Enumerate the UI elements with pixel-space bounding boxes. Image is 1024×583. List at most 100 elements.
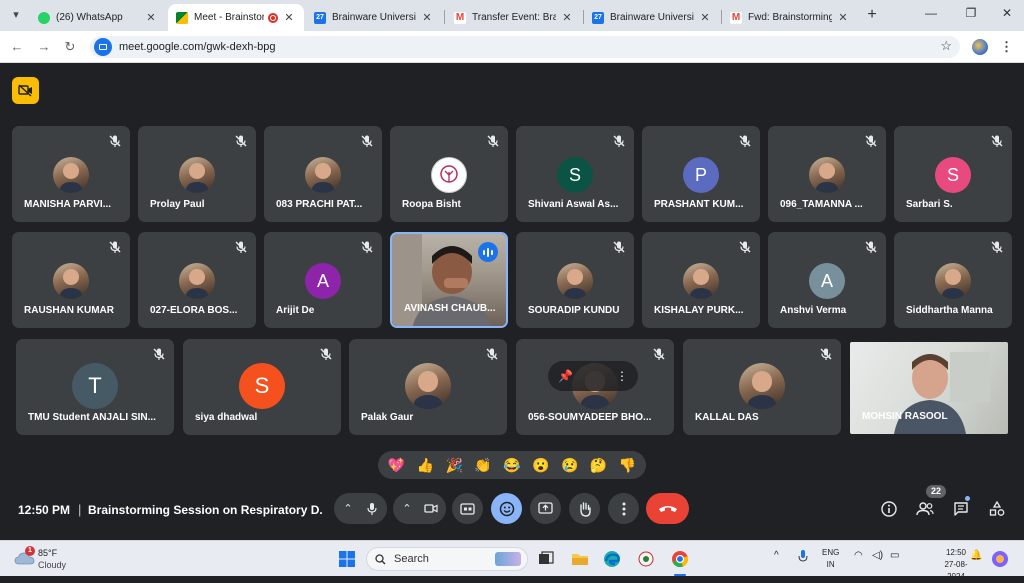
close-tab-icon[interactable]: ✕: [282, 11, 296, 24]
chat-button[interactable]: [952, 500, 970, 518]
participant-tile[interactable]: 027-ELORA BOS...: [138, 232, 256, 328]
tab-brainware-1[interactable]: 27 Brainware University ✕: [306, 4, 442, 31]
close-window-icon[interactable]: ✕: [998, 6, 1016, 20]
microphone-in-use-icon[interactable]: [797, 549, 809, 565]
mic-off-icon: [360, 240, 374, 254]
reload-icon[interactable]: ↻: [62, 39, 78, 55]
tab-search-dropdown[interactable]: ▾: [6, 5, 26, 25]
clock-date: 27-08-2024: [944, 560, 968, 581]
show-hidden-icons-chevron[interactable]: ^: [774, 550, 779, 561]
participant-tile[interactable]: SOURADIP KUNDU: [516, 232, 634, 328]
reaction-tears-of-joy[interactable]: 😂: [500, 457, 524, 474]
taskbar-search[interactable]: Search: [366, 547, 528, 571]
tab-whatsapp[interactable]: (26) WhatsApp ✕: [30, 4, 166, 31]
reaction-surprised[interactable]: 😮: [529, 457, 553, 474]
edge-browser-icon[interactable]: [602, 549, 622, 569]
profile-avatar[interactable]: [972, 39, 988, 55]
meeting-details-button[interactable]: [880, 500, 898, 518]
browser-menu-icon[interactable]: ⋮: [1000, 39, 1013, 55]
captions-button[interactable]: [452, 493, 483, 524]
forward-icon[interactable]: →: [36, 39, 52, 55]
present-screen-button[interactable]: [530, 493, 561, 524]
reaction-thumbs-down[interactable]: 👎: [615, 457, 639, 474]
reactions-button[interactable]: [491, 493, 522, 524]
camera-button[interactable]: [415, 493, 446, 524]
participant-tile[interactable]: S siya dhadwal: [183, 339, 341, 435]
reaction-sparkling-heart[interactable]: 💖: [384, 457, 408, 474]
more-options-icon[interactable]: ⋮: [616, 369, 628, 383]
close-tab-icon[interactable]: ✕: [144, 11, 158, 24]
hide-self-view-button[interactable]: [12, 77, 39, 104]
participant-name: RAUSHAN KUMAR: [24, 305, 114, 316]
raise-hand-button[interactable]: [569, 493, 600, 524]
participant-tile[interactable]: MANISHA PARVI...: [12, 126, 130, 222]
participant-tile-hovered[interactable]: 📌 ⋮ 056-SOUMYADEEP BHO...: [516, 339, 674, 435]
participant-name: AVINASH CHAUB...: [404, 303, 496, 314]
avatar: [53, 263, 89, 299]
weather-temperature[interactable]: 85°F: [38, 548, 57, 558]
site-info-icon[interactable]: [94, 38, 112, 56]
reaction-thumbs-up[interactable]: 👍: [413, 457, 437, 474]
activities-button[interactable]: [988, 500, 1006, 518]
reaction-thinking[interactable]: 🤔: [587, 457, 611, 474]
copilot-icon[interactable]: [990, 549, 1010, 569]
minimize-icon[interactable]: —: [922, 6, 940, 20]
participant-tile[interactable]: RAUSHAN KUMAR: [12, 232, 130, 328]
tab-fwd-brainstorming[interactable]: M Fwd: Brainstorming C ✕: [722, 4, 858, 31]
restore-icon[interactable]: ❐: [962, 6, 980, 20]
participant-tile[interactable]: Siddhartha Manna: [894, 232, 1012, 328]
participant-tile[interactable]: Roopa Bisht: [390, 126, 508, 222]
battery-icon[interactable]: ▭: [890, 550, 899, 561]
language-indicator[interactable]: ENG IN: [822, 547, 839, 571]
tab-transfer-event[interactable]: M Transfer Event: Brains ✕: [446, 4, 582, 31]
close-tab-icon[interactable]: ✕: [836, 11, 850, 24]
participant-tile[interactable]: A Anshvi Verma: [768, 232, 886, 328]
back-icon[interactable]: ←: [9, 39, 25, 55]
participant-tile[interactable]: S Sarbari S.: [894, 126, 1012, 222]
volume-icon[interactable]: ◁): [872, 550, 883, 561]
close-tab-icon[interactable]: ✕: [560, 11, 574, 24]
task-view-icon[interactable]: [536, 549, 556, 569]
reaction-crying[interactable]: 😢: [558, 457, 582, 474]
chrome-browser-icon[interactable]: [670, 549, 690, 569]
participant-tile[interactable]: 096_TAMANNA ...: [768, 126, 886, 222]
new-tab-button[interactable]: +: [863, 6, 881, 24]
microphone-button[interactable]: [356, 493, 387, 524]
avatar: P: [683, 157, 719, 193]
pin-icon[interactable]: 📌: [558, 369, 573, 383]
meet-icon: [176, 11, 188, 24]
avatar: [739, 363, 785, 409]
participant-tile[interactable]: P PRASHANT KUM...: [642, 126, 760, 222]
participant-tile[interactable]: KISHALAY PURK...: [642, 232, 760, 328]
reaction-party-popper[interactable]: 🎉: [442, 457, 466, 474]
file-explorer-icon[interactable]: [570, 549, 590, 569]
url-text: meet.google.com/gwk-dexh-bpg: [119, 41, 276, 53]
address-bar[interactable]: meet.google.com/gwk-dexh-bpg ☆: [90, 36, 960, 58]
more-options-button[interactable]: [608, 493, 639, 524]
participant-tile-speaking[interactable]: AVINASH CHAUB...: [390, 232, 508, 328]
meeting-title[interactable]: Brainstorming Session on Respiratory D..…: [88, 503, 323, 517]
close-tab-icon[interactable]: ✕: [698, 11, 712, 24]
activities-shapes-icon: [989, 501, 1005, 516]
participant-tile[interactable]: A Arijit De: [264, 232, 382, 328]
leave-call-button[interactable]: [646, 493, 689, 524]
participant-tile[interactable]: Palak Gaur: [349, 339, 507, 435]
participant-tile[interactable]: S Shivani Aswal As...: [516, 126, 634, 222]
reaction-clapping[interactable]: 👏: [471, 457, 495, 474]
extension-app-icon[interactable]: [636, 549, 656, 569]
participant-tile[interactable]: T TMU Student ANJALI SIN...: [16, 339, 174, 435]
participant-tile-video[interactable]: MOHSIN RASOOL: [850, 342, 1008, 434]
participant-tile[interactable]: Prolay Paul: [138, 126, 256, 222]
tab-brainware-2[interactable]: 27 Brainware University ✕: [584, 4, 720, 31]
windows-start-icon[interactable]: [337, 549, 357, 569]
weather-condition[interactable]: Cloudy: [38, 560, 66, 570]
tab-meet[interactable]: Meet - Brainstorm ✕: [168, 4, 304, 31]
people-button[interactable]: [916, 500, 934, 518]
wifi-icon[interactable]: ◠: [854, 550, 863, 561]
close-tab-icon[interactable]: ✕: [420, 11, 434, 24]
notifications-bell-icon[interactable]: 🔔: [970, 550, 982, 561]
bookmark-star-icon[interactable]: ☆: [940, 38, 952, 54]
mic-off-icon: [612, 134, 626, 148]
participant-tile[interactable]: KALLAL DAS: [683, 339, 841, 435]
participant-tile[interactable]: 083 PRACHI PAT...: [264, 126, 382, 222]
